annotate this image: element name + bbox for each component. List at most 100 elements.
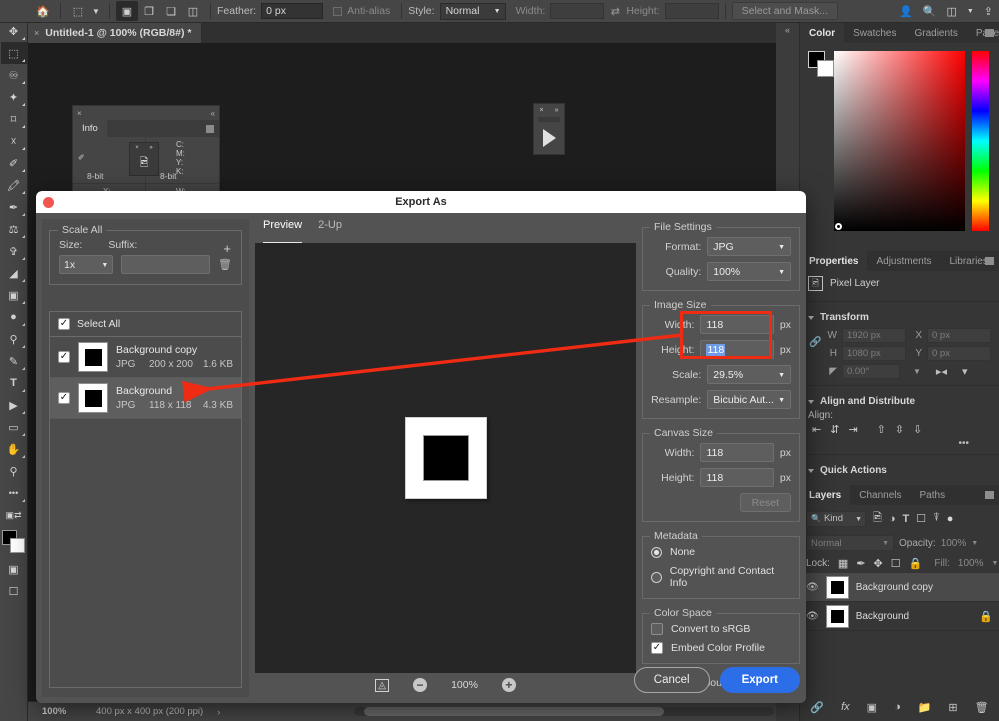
adjustment-layer-icon[interactable]: ◑ bbox=[894, 701, 901, 713]
panel-menu-icon[interactable] bbox=[985, 29, 994, 37]
transparency-toggle-icon[interactable]: ◬ bbox=[375, 678, 390, 692]
style-select[interactable]: Normal ▼ bbox=[439, 2, 506, 20]
tab-layers[interactable]: Layers bbox=[800, 485, 851, 505]
angle-chevron-down-icon[interactable]: ▼ bbox=[913, 367, 921, 376]
lasso-tool[interactable]: ♾ bbox=[1, 64, 27, 86]
type-tool[interactable]: T bbox=[1, 372, 27, 394]
reset-button[interactable]: Reset bbox=[739, 493, 791, 512]
dodge-tool[interactable]: ⚲ bbox=[1, 328, 27, 350]
radio-copyright[interactable] bbox=[651, 571, 662, 583]
tool-preset-chevron-down-icon[interactable]: ▼ bbox=[89, 1, 103, 21]
background-color-swatch[interactable] bbox=[9, 538, 25, 553]
color-field-marker[interactable] bbox=[835, 223, 842, 230]
tab-preview[interactable]: Preview bbox=[263, 219, 303, 244]
layer-style-icon[interactable]: fx bbox=[841, 701, 850, 713]
history-brush-tool[interactable]: ✞ bbox=[1, 240, 27, 262]
workspace-chevron-down-icon[interactable]: ▼ bbox=[967, 8, 974, 15]
eye-icon[interactable]: 👁 bbox=[806, 582, 819, 593]
tab-channels[interactable]: Channels bbox=[850, 485, 910, 505]
transform-x-input[interactable]: 0 px bbox=[927, 327, 991, 343]
shape-filter-icon[interactable]: ☐ bbox=[916, 512, 926, 525]
tab-gradients[interactable]: Gradients bbox=[905, 23, 966, 43]
search-icon[interactable]: 🔍 bbox=[923, 5, 937, 18]
export-button[interactable]: Export bbox=[719, 667, 800, 693]
home-icon[interactable]: 🏠 bbox=[32, 1, 54, 21]
edit-toolbar-tool[interactable]: ••• bbox=[1, 482, 27, 504]
layer-row-background-copy[interactable]: 👁 Background copy bbox=[800, 573, 999, 602]
zoom-tool[interactable]: ⚲ bbox=[1, 460, 27, 482]
tab-properties[interactable]: Properties bbox=[800, 251, 868, 271]
move-tool[interactable]: ✥ bbox=[1, 20, 27, 42]
format-select[interactable]: JPG ▼ bbox=[707, 237, 791, 256]
gradient-tool[interactable]: ▣ bbox=[1, 284, 27, 306]
expand-icon[interactable]: » bbox=[149, 145, 152, 151]
smart-object-filter-icon[interactable]: ⍒ bbox=[933, 512, 940, 525]
layer-filter-kind-select[interactable]: 🔍 Kind ▼ bbox=[806, 510, 866, 527]
fill-value[interactable]: 100% bbox=[958, 558, 984, 569]
collapse-icon[interactable]: « bbox=[211, 109, 215, 118]
lock-all-icon[interactable]: 🔒 bbox=[909, 557, 923, 570]
opacity-chevron-down-icon[interactable]: ▼ bbox=[971, 540, 978, 547]
workspace-icon[interactable]: ◫ bbox=[946, 5, 956, 18]
select-all-row[interactable]: ✓ Select All bbox=[50, 312, 241, 337]
hue-strip[interactable] bbox=[972, 51, 989, 231]
play-action-widget[interactable]: × » bbox=[533, 103, 565, 155]
hand-tool[interactable]: ✋ bbox=[1, 438, 27, 460]
flip-vertical-icon[interactable]: ▾ bbox=[962, 365, 968, 378]
panel-menu-icon[interactable] bbox=[206, 124, 214, 133]
image-width-input[interactable]: 118 bbox=[700, 315, 774, 334]
align-middle-vertical-icon[interactable]: ⇳ bbox=[895, 423, 904, 436]
magic-wand-tool[interactable]: ✦ bbox=[1, 86, 27, 108]
status-zoom-level[interactable]: 100% bbox=[28, 706, 96, 717]
subtract-from-selection-icon[interactable]: ❏ bbox=[160, 1, 182, 21]
swap-width-height-icon[interactable]: ⇄ bbox=[604, 1, 626, 21]
image-scale-select[interactable]: 29.5% ▼ bbox=[707, 365, 791, 384]
crop-tool[interactable]: ⌑ bbox=[1, 108, 27, 130]
status-expand-icon[interactable]: › bbox=[217, 707, 220, 717]
close-icon[interactable]: × bbox=[540, 107, 544, 114]
floating-thumbnail-widget[interactable]: × » 🖻 bbox=[129, 142, 159, 176]
eye-icon[interactable]: 👁 bbox=[806, 611, 819, 622]
height-input[interactable] bbox=[664, 3, 719, 19]
convert-srgb-checkbox[interactable]: ✓ bbox=[651, 623, 663, 635]
lock-transparent-pixels-icon[interactable]: ▦ bbox=[838, 557, 848, 570]
layer-name[interactable]: Background bbox=[856, 611, 909, 622]
close-icon[interactable] bbox=[43, 197, 54, 208]
new-layer-icon[interactable]: ⊞ bbox=[948, 701, 957, 714]
rectangle-tool[interactable]: ▭ bbox=[1, 416, 27, 438]
align-right-icon[interactable]: ⇥ bbox=[848, 423, 857, 436]
layer-row-background[interactable]: 👁 Background 🔒 bbox=[800, 602, 999, 631]
path-selection-tool[interactable]: ▶ bbox=[1, 394, 27, 416]
add-user-icon[interactable]: 👤 bbox=[899, 5, 913, 18]
filter-toggle-icon[interactable]: ● bbox=[947, 513, 954, 525]
share-icon[interactable]: ⇪ bbox=[984, 5, 993, 18]
tab-paths[interactable]: Paths bbox=[911, 485, 955, 505]
align-center-horizontal-icon[interactable]: ⇵ bbox=[830, 423, 839, 436]
align-left-icon[interactable]: ⇤ bbox=[812, 423, 821, 436]
layer-thumbnail[interactable] bbox=[825, 604, 849, 628]
asset-row-background-copy[interactable]: ✓ Background copy JPG 200 x 200 1.6 KB bbox=[50, 337, 241, 378]
marquee-tool-preset-icon[interactable]: ⬚ bbox=[67, 1, 89, 21]
embed-profile-checkbox[interactable]: ✓ bbox=[651, 642, 663, 654]
quick-actions-section-header[interactable]: Quick Actions bbox=[800, 460, 999, 479]
asset-checkbox[interactable]: ✓ bbox=[58, 351, 70, 363]
preview-canvas[interactable] bbox=[255, 243, 636, 673]
select-all-checkbox[interactable]: ✓ bbox=[58, 318, 70, 330]
lock-image-pixels-icon[interactable]: ✒ bbox=[856, 557, 865, 570]
rectangular-marquee-tool[interactable]: ⬚ bbox=[0, 42, 27, 64]
metadata-option-copyright[interactable]: Copyright and Contact Info bbox=[651, 565, 791, 589]
color-field[interactable] bbox=[834, 51, 965, 231]
layer-mask-icon[interactable]: ▣ bbox=[867, 701, 877, 714]
new-selection-icon[interactable]: ▣ bbox=[116, 1, 138, 21]
frame-tool[interactable]: ☓ bbox=[1, 130, 27, 152]
fill-chevron-down-icon[interactable]: ▼ bbox=[991, 560, 998, 567]
scale-size-select[interactable]: 1x ▼ bbox=[59, 255, 114, 274]
convert-srgb-row[interactable]: ✓ Convert to sRGB bbox=[651, 623, 791, 635]
tab-info[interactable]: Info bbox=[73, 120, 107, 137]
align-section-header[interactable]: Align and Distribute bbox=[800, 391, 999, 410]
horizontal-scrollbar[interactable] bbox=[354, 707, 774, 716]
expand-icon[interactable]: » bbox=[555, 107, 559, 114]
panel-menu-icon[interactable] bbox=[985, 257, 994, 265]
tab-adjustments[interactable]: Adjustments bbox=[867, 251, 940, 271]
metadata-option-none[interactable]: None bbox=[651, 546, 791, 558]
